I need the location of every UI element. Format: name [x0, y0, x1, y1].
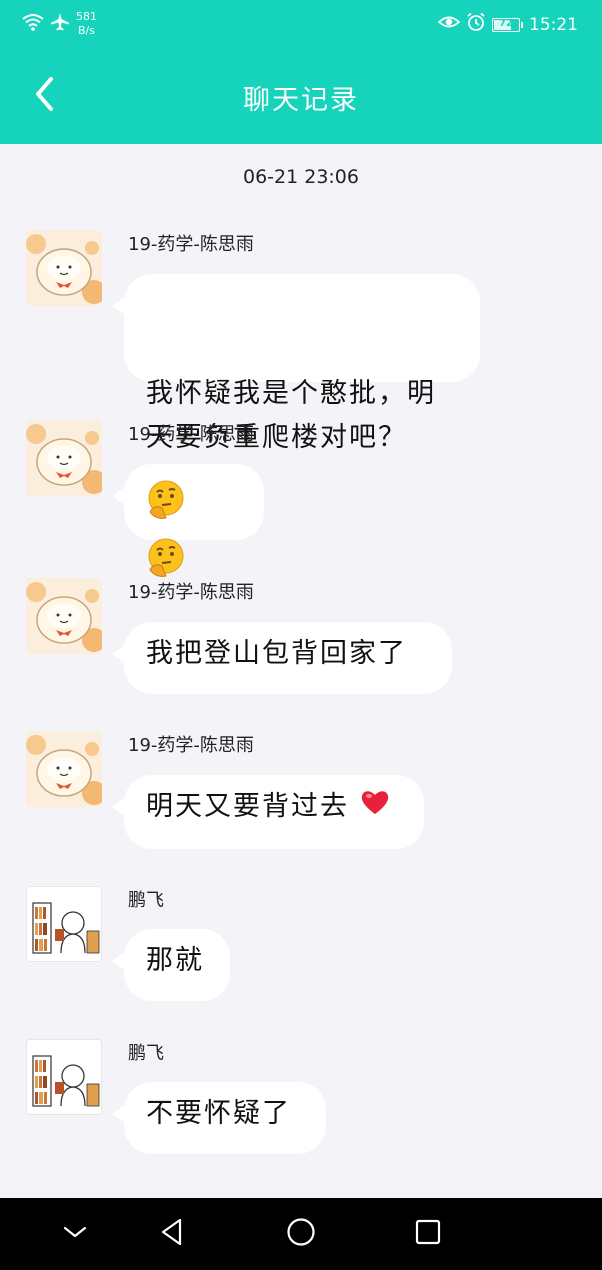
wifi-icon [22, 13, 44, 35]
message-text: 不要怀疑了 [146, 1098, 291, 1129]
sender-name: 19-药学-陈思雨 [128, 424, 254, 445]
back-triangle-icon [158, 1217, 186, 1251]
cartoon-sheep-avatar [26, 731, 102, 807]
eye-comfort-icon [437, 14, 461, 35]
page-title: 聊天记录 [243, 85, 359, 116]
message-text: 我把登山包背回家了 [146, 638, 407, 669]
cartoon-sheep-avatar [26, 420, 102, 496]
cartoon-sheep-avatar [26, 230, 102, 306]
recents-nav-button[interactable] [410, 1216, 446, 1252]
airplane-icon [50, 12, 70, 36]
recents-square-icon [414, 1218, 442, 1250]
app-header: 聊天记录 [0, 50, 602, 144]
network-speed: 581 B/s [76, 10, 97, 38]
sender-name: 19-药学-陈思雨 [128, 582, 254, 603]
avatar[interactable] [26, 578, 102, 654]
home-circle-icon [286, 1217, 316, 1251]
battery-icon: 72 [492, 17, 523, 32]
avatar[interactable] [26, 1039, 102, 1115]
message-bubble[interactable]: 明天又要背过去 [112, 775, 424, 849]
message-bubble[interactable]: 那就 [112, 929, 230, 1001]
system-nav-bar [0, 1198, 602, 1270]
alarm-icon [466, 12, 486, 37]
back-nav-button[interactable] [154, 1216, 190, 1252]
clock-time: 15:21 [529, 14, 578, 35]
date-separator: 06-21 23:06 [242, 166, 359, 188]
network-speed-value: 581 [76, 10, 97, 23]
message-bubble[interactable]: 不要怀疑了 [112, 1082, 326, 1154]
home-nav-button[interactable] [283, 1216, 319, 1252]
sender-name: 鹏飞 [128, 1043, 164, 1064]
message-text: 那就 [146, 945, 204, 976]
sender-name: 19-药学-陈思雨 [128, 735, 254, 756]
red-heart-emoji [360, 786, 390, 830]
battery-percent: 72 [499, 17, 513, 29]
sender-name: 19-药学-陈思雨 [128, 234, 254, 255]
sender-name: 鹏飞 [128, 890, 164, 911]
message-bubble[interactable]: 我怀疑我是个憨批，明 天要负重爬楼对吧？ [112, 274, 480, 453]
collapse-icon [62, 1224, 88, 1244]
cartoon-sheep-avatar [26, 578, 102, 654]
avatar[interactable] [26, 731, 102, 807]
status-bar: 581 B/s 72 15:21 [0, 0, 602, 50]
bookshelf-figure-avatar [27, 887, 101, 961]
avatar[interactable] [26, 230, 102, 306]
avatar[interactable] [26, 886, 102, 962]
bookshelf-figure-avatar [27, 1040, 101, 1114]
message-bubble[interactable] [112, 464, 264, 577]
network-speed-unit: B/s [78, 24, 95, 37]
avatar[interactable] [26, 420, 102, 496]
collapse-button[interactable] [57, 1216, 93, 1252]
message-bubble[interactable]: 我把登山包背回家了 [112, 622, 452, 694]
thinking-face-emoji [144, 478, 188, 536]
message-text: 明天又要背过去 [146, 791, 349, 822]
